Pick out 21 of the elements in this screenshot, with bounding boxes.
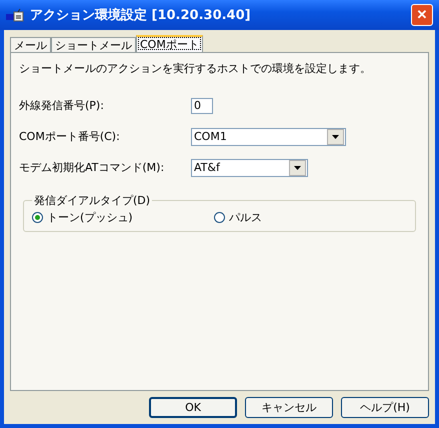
description-text: ショートメールのアクションを実行するホストでの環境を設定します。	[19, 61, 372, 76]
field-label: COMポート番号(C):	[19, 129, 121, 144]
field-label: モデム初期化ATコマンド(M):	[19, 160, 166, 175]
radio-button[interactable]	[214, 212, 225, 223]
app-icon	[6, 8, 24, 22]
combo-box[interactable]: COM1	[191, 128, 346, 146]
dialog-button[interactable]: キャンセル	[245, 397, 333, 418]
combo-box[interactable]: AT&f	[191, 158, 308, 176]
tab[interactable]: メール	[10, 37, 51, 52]
field-label: 外線発信番号(P):	[19, 98, 105, 113]
input-field[interactable]: 0	[191, 98, 213, 114]
dialog-button[interactable]: OK	[149, 397, 237, 418]
tab[interactable]: COMポート	[136, 35, 203, 52]
radio-button[interactable]	[32, 212, 43, 223]
window-title: アクション環境設定 [10.20.30.40]	[30, 6, 252, 24]
radio-option[interactable]: パルス	[214, 210, 396, 225]
radio-option[interactable]: トーン(プッシュ)	[32, 210, 214, 225]
group-legend: 発信ダイアルタイプ(D)	[32, 193, 152, 208]
close-button[interactable]: ✕	[411, 4, 433, 26]
tab[interactable]: ショートメール	[51, 37, 136, 52]
dialog-button[interactable]: ヘルプ(H)	[341, 397, 429, 418]
